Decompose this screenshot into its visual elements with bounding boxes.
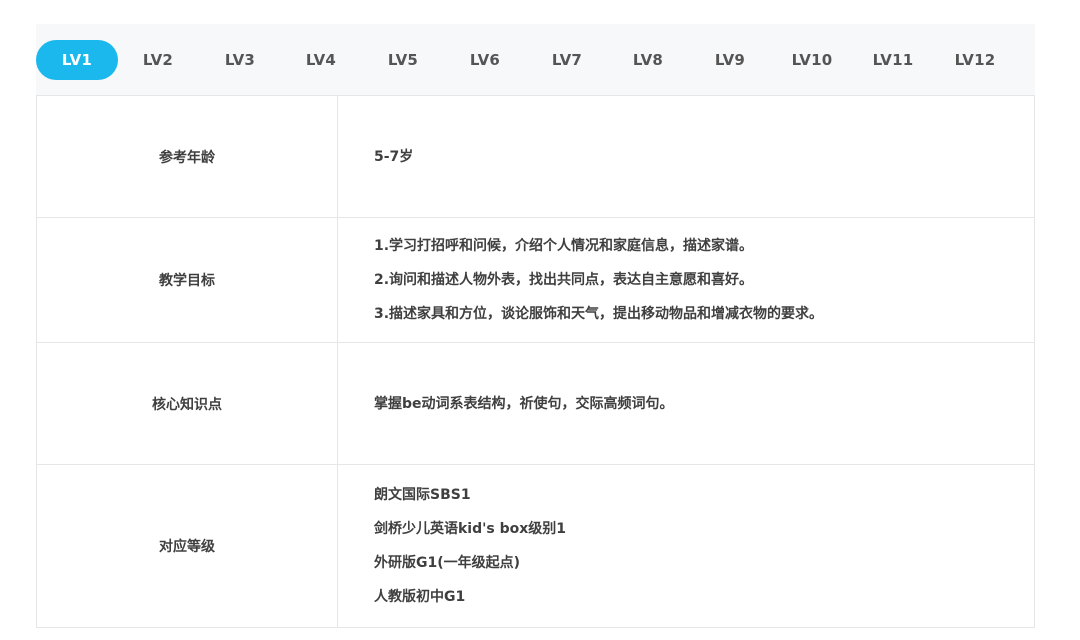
row-label-levels: 对应等级: [36, 464, 338, 628]
level-tab-bar: LV1 LV2 LV3 LV4 LV5 LV6 LV7 LV8 LV9 LV10…: [36, 24, 1035, 95]
goal-line-3: 3.描述家具和方位，谈论服饰和天气，提出移动物品和增减衣物的要求。: [374, 306, 824, 322]
tab-lv10[interactable]: LV10: [792, 51, 833, 69]
table-row: 核心知识点 掌握be动词系表结构，祈使句，交际高频词句。: [36, 342, 1035, 465]
goal-line-2: 2.询问和描述人物外表，找出共同点，表达自主意愿和喜好。: [374, 272, 754, 288]
level-panel: LV1 LV2 LV3 LV4 LV5 LV6 LV7 LV8 LV9 LV10…: [36, 24, 1035, 628]
age-text: 5-7岁: [374, 148, 414, 165]
table-row: 教学目标 1.学习打招呼和问候，介绍个人情况和家庭信息，描述家谱。 2.询问和描…: [36, 217, 1035, 343]
table-row: 对应等级 朗文国际SBS1 剑桥少儿英语kid's box级别1 外研版G1(一…: [36, 464, 1035, 628]
tab-lv9[interactable]: LV9: [715, 51, 745, 69]
level-line-2: 剑桥少儿英语kid's box级别1: [374, 521, 567, 537]
row-label-goals: 教学目标: [36, 217, 338, 343]
tab-lv5[interactable]: LV5: [388, 51, 418, 69]
tab-lv12[interactable]: LV12: [955, 51, 996, 69]
tab-lv8[interactable]: LV8: [633, 51, 663, 69]
level-info-table: 参考年龄 5-7岁 教学目标 1.学习打招呼和问候，介绍个人情况和家庭信息，描述…: [36, 95, 1035, 628]
row-value-levels: 朗文国际SBS1 剑桥少儿英语kid's box级别1 外研版G1(一年级起点)…: [337, 464, 1035, 628]
level-line-3: 外研版G1(一年级起点): [374, 555, 521, 571]
level-line-1: 朗文国际SBS1: [374, 487, 471, 503]
row-value-goals: 1.学习打招呼和问候，介绍个人情况和家庭信息，描述家谱。 2.询问和描述人物外表…: [337, 217, 1035, 343]
tab-lv2[interactable]: LV2: [143, 51, 173, 69]
row-value-knowledge: 掌握be动词系表结构，祈使句，交际高频词句。: [337, 342, 1035, 465]
tab-lv11[interactable]: LV11: [873, 51, 914, 69]
row-label-knowledge: 核心知识点: [36, 342, 338, 465]
tab-lv4[interactable]: LV4: [306, 51, 336, 69]
level-line-4: 人教版初中G1: [374, 589, 466, 605]
row-label-age: 参考年龄: [36, 95, 338, 218]
tab-lv7[interactable]: LV7: [552, 51, 582, 69]
goal-line-1: 1.学习打招呼和问候，介绍个人情况和家庭信息，描述家谱。: [374, 238, 754, 254]
table-row: 参考年龄 5-7岁: [36, 95, 1035, 218]
tab-lv1[interactable]: LV1: [36, 39, 118, 80]
knowledge-text: 掌握be动词系表结构，祈使句，交际高频词句。: [374, 395, 674, 412]
tab-lv3[interactable]: LV3: [225, 51, 255, 69]
row-value-age: 5-7岁: [337, 95, 1035, 218]
tab-lv6[interactable]: LV6: [470, 51, 500, 69]
